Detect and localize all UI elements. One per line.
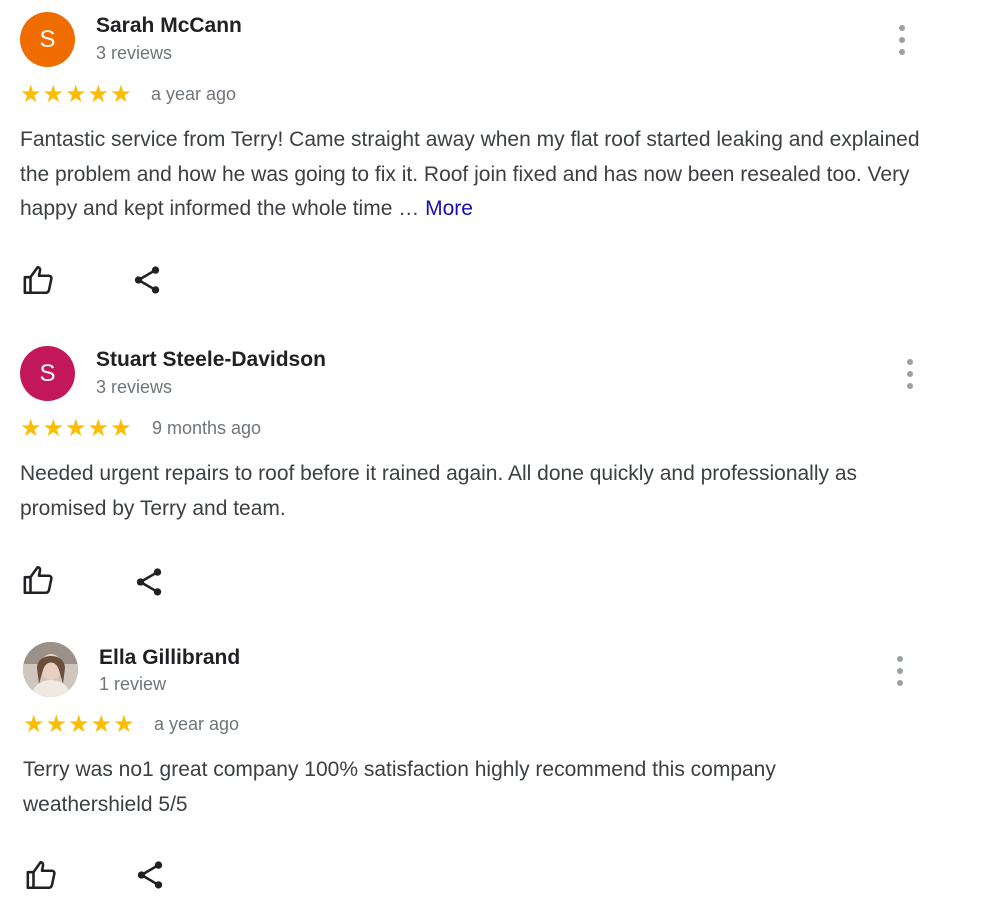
review-body: Terry was no1 great company 100% satisfa… [23, 758, 776, 816]
review-count: 1 review [99, 674, 167, 694]
reviewer-name[interactable]: Ella Gillibrand [99, 646, 240, 670]
profile-photo [23, 642, 78, 697]
share-icon[interactable] [133, 858, 167, 892]
review-text: Terry was no1 great company 100% satisfa… [23, 753, 903, 822]
star-rating: ★★★★★ [23, 711, 136, 738]
more-vert-icon[interactable] [895, 656, 905, 686]
thumbs-up-icon[interactable] [25, 858, 59, 892]
review-card: Ella Gillibrand 1 review ★★★★★ a year ag… [0, 0, 1000, 900]
avatar-photo[interactable] [23, 642, 78, 697]
review-date: a year ago [154, 714, 240, 734]
